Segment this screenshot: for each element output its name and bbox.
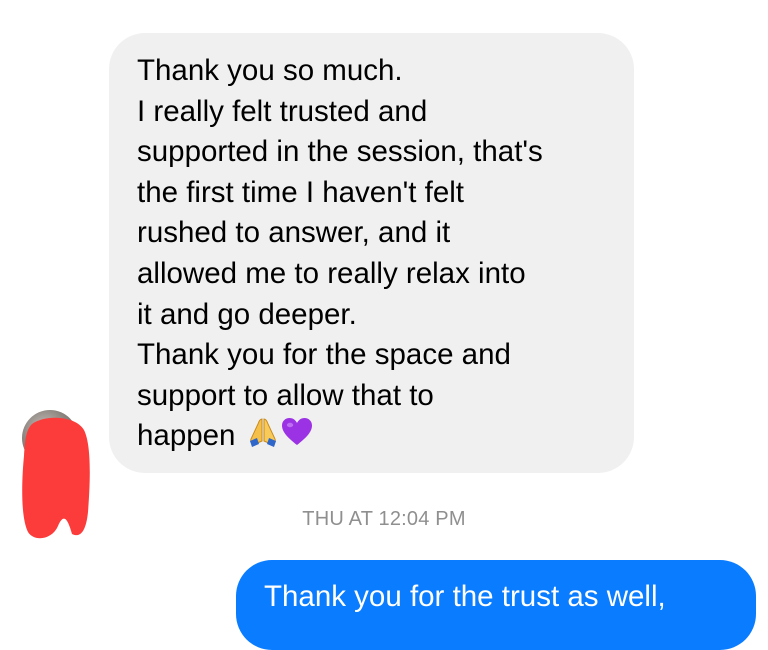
message-line: it and go deeper. xyxy=(137,297,357,331)
folded-hands-icon xyxy=(247,417,279,459)
message-line-text: happen xyxy=(137,419,236,453)
message-line: supported in the session, that's xyxy=(137,135,543,169)
incoming-message-bubble[interactable]: Thank you so much. I really felt trusted… xyxy=(109,33,634,473)
purple-heart-icon xyxy=(281,417,313,459)
message-line: support to allow that to xyxy=(137,378,434,412)
message-line: the first time I haven't felt xyxy=(137,175,464,209)
message-line: rushed to answer, and it xyxy=(137,216,451,250)
message-line: I really felt trusted and xyxy=(137,94,428,128)
message-line: allowed me to really relax into xyxy=(137,256,526,290)
message-line: Thank you for the trust as well, xyxy=(264,580,666,613)
message-line: Thank you for the space and xyxy=(137,338,511,372)
message-last-line: happen xyxy=(137,416,612,459)
outgoing-message-bubble[interactable]: Thank you for the trust as well, xyxy=(236,560,756,650)
message-timestamp: THU AT 12:04 PM xyxy=(302,508,466,530)
message-line: Thank you so much. xyxy=(137,54,403,87)
